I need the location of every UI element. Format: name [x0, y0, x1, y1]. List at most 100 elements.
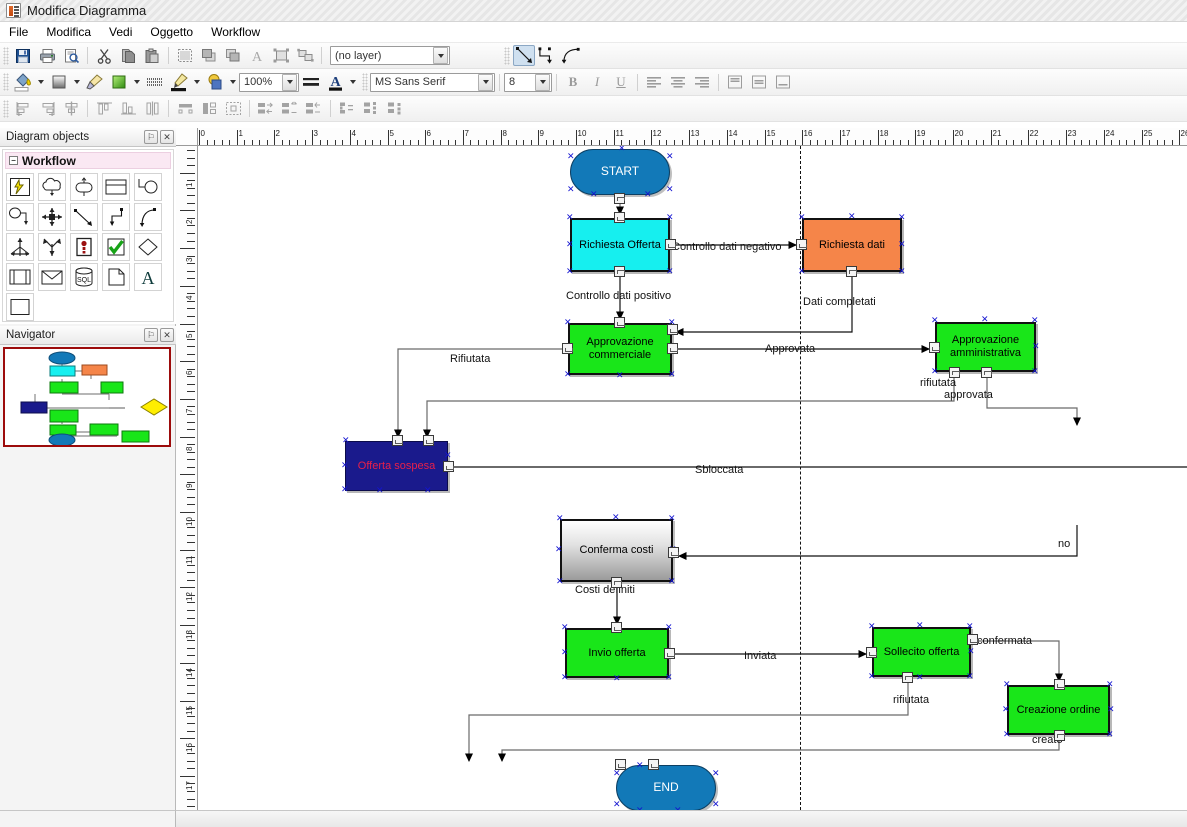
space-evenly-icon[interactable] — [222, 98, 244, 119]
shape-curve-connector-icon[interactable] — [134, 203, 162, 231]
line-color-dropdown[interactable] — [191, 72, 203, 93]
connector-handle[interactable] — [846, 266, 857, 277]
align-objects-left-icon[interactable] — [12, 98, 34, 119]
align-objects-center-icon[interactable] — [60, 98, 82, 119]
selection-handle[interactable]: ✕ — [674, 806, 682, 811]
node-end[interactable]: END ✕ ✕ ✕ ✕ ✕ ✕ ✕ — [613, 759, 720, 811]
shape-split-icon[interactable] — [38, 233, 66, 261]
selection-handle[interactable]: ✕ — [567, 185, 575, 194]
same-size-icon[interactable] — [303, 98, 325, 119]
pin-icon[interactable]: ⚐ — [144, 328, 158, 342]
selection-handle[interactable]: ✕ — [1002, 705, 1010, 714]
selection-handle[interactable]: ✕ — [561, 648, 569, 657]
selection-handle[interactable]: ✕ — [590, 190, 598, 199]
distribute-horizontal-icon[interactable] — [174, 98, 196, 119]
connector-handle[interactable] — [615, 759, 626, 770]
auto-layout-icon[interactable] — [336, 98, 358, 119]
node-approvazione-amministrativa[interactable]: Approvazione amministrativa ✕ ✕ ✕ ✕ ✕ ✕ … — [929, 315, 1040, 378]
node-sollecito-offerta[interactable]: Sollecito offerta ✕ ✕ ✕ ✕ ✕ ✕ ✕ ✕ — [866, 621, 978, 683]
node-conferma-costi[interactable]: Conferma costi ✕ ✕ ✕ ✕ ✕ ✕ ✕ ✕ — [555, 513, 679, 588]
selection-handle[interactable]: ✕ — [342, 436, 350, 445]
shape-text-icon[interactable]: A — [134, 263, 162, 291]
node-start[interactable]: START ✕ ✕ ✕ ✕ ✕ ✕ ✕ — [567, 146, 674, 204]
pin-icon[interactable]: ⚐ — [144, 130, 158, 144]
selection-handle[interactable]: ✕ — [613, 800, 621, 809]
shape-diamond-icon[interactable] — [134, 233, 162, 261]
connector-handle[interactable] — [967, 634, 978, 645]
node-richiesta-offerta[interactable]: Richiesta Offerta ✕ ✕ ✕ ✕ ✕ ✕ ✕ ✕ — [566, 212, 676, 277]
connector-handle[interactable] — [1054, 730, 1065, 741]
selection-handle[interactable]: ✕ — [564, 318, 572, 327]
chevron-down-icon[interactable] — [478, 73, 493, 91]
shape-start-terminator-icon[interactable] — [70, 173, 98, 201]
selection-handle[interactable]: ✕ — [1106, 680, 1114, 689]
line-color-icon[interactable] — [168, 72, 190, 93]
toolbar-grip[interactable] — [3, 46, 9, 65]
selection-handle[interactable]: ✕ — [376, 486, 384, 495]
same-width-icon[interactable] — [255, 98, 277, 119]
selection-handle[interactable]: ✕ — [848, 212, 856, 221]
shape-decision-flow-icon[interactable] — [134, 173, 162, 201]
select-all-icon[interactable] — [174, 45, 196, 66]
italic-button[interactable]: I — [586, 72, 608, 93]
selection-handle[interactable]: ✕ — [644, 190, 652, 199]
align-right-icon[interactable] — [691, 72, 713, 93]
selection-handle[interactable]: ✕ — [898, 267, 906, 276]
selection-handle[interactable]: ✕ — [636, 806, 644, 811]
chevron-down-icon[interactable] — [433, 47, 448, 64]
selection-handle[interactable]: ✕ — [666, 185, 674, 194]
align-objects-middle-icon[interactable] — [117, 98, 139, 119]
line-style-icon[interactable] — [144, 72, 166, 93]
shape-fill-icon[interactable] — [108, 72, 130, 93]
valign-top-icon[interactable] — [724, 72, 746, 93]
menu-vedi[interactable]: Vedi — [100, 23, 141, 41]
node-richiesta-dati[interactable]: Richiesta dati ✕ ✕ ✕ ✕ ✕ ✕ ✕ ✕ — [796, 212, 906, 277]
connector-handle[interactable] — [648, 759, 659, 770]
shadow-dropdown[interactable] — [227, 72, 239, 93]
connector-handle[interactable] — [614, 193, 625, 204]
selection-handle[interactable]: ✕ — [1031, 316, 1039, 325]
chevron-down-icon[interactable] — [535, 73, 550, 91]
shape-box-icon[interactable] — [102, 173, 130, 201]
collapse-toggle-icon[interactable]: − — [9, 156, 18, 165]
shape-fill-dropdown[interactable] — [131, 72, 143, 93]
horizontal-ruler[interactable]: 0 1 2 3 4 5 6 7 8 9 10 11 12 13 14 15 16 17 18 19 20 21 22 23 24… — [198, 128, 1187, 146]
chevron-down-icon[interactable] — [282, 73, 297, 91]
node-creazione-ordine[interactable]: Creazione ordine ✕ ✕ ✕ ✕ ✕ ✕ ✕ ✕ — [1002, 679, 1115, 741]
connector-handle[interactable] — [667, 324, 678, 335]
selection-handle[interactable]: ✕ — [665, 623, 673, 632]
selection-handle[interactable]: ✕ — [967, 647, 975, 656]
connector-handle[interactable] — [443, 461, 454, 472]
connector-handle[interactable] — [664, 648, 675, 659]
navigator-thumbnail[interactable] — [3, 347, 171, 447]
shape-multi-arrow-icon[interactable] — [38, 203, 66, 231]
font-color-dropdown[interactable] — [347, 72, 359, 93]
connector-handle[interactable] — [1054, 679, 1065, 690]
selection-handle[interactable]: ✕ — [567, 152, 575, 161]
radial-layout-icon[interactable] — [384, 98, 406, 119]
align-toolbar-grip[interactable] — [3, 99, 9, 118]
selection-handle[interactable]: ✕ — [868, 622, 876, 631]
straight-connector-icon[interactable] — [513, 45, 535, 66]
save-icon[interactable] — [12, 45, 34, 66]
font-toolbar-grip[interactable] — [362, 73, 368, 91]
selection-handle[interactable]: ✕ — [668, 370, 676, 379]
selection-handle[interactable]: ✕ — [566, 267, 574, 276]
fill-color-dropdown[interactable] — [35, 72, 47, 93]
gradient-dropdown[interactable] — [71, 72, 83, 93]
diagram-canvas[interactable]: START ✕ ✕ ✕ ✕ ✕ ✕ ✕ Richiesta Offerta ✕ … — [198, 146, 1187, 810]
selection-handle[interactable]: ✕ — [566, 240, 574, 249]
selection-handle[interactable]: ✕ — [898, 240, 906, 249]
vertical-ruler[interactable]: 123456789101112131415161718 — [176, 146, 198, 810]
align-left-icon[interactable] — [643, 72, 665, 93]
valign-middle-icon[interactable] — [748, 72, 770, 93]
connector-handle[interactable] — [614, 317, 625, 328]
connector-handle[interactable] — [668, 547, 679, 558]
close-icon[interactable]: ✕ — [160, 328, 174, 342]
align-center-icon[interactable] — [667, 72, 689, 93]
node-approvazione-commerciale[interactable]: Approvazione commerciale ✕ ✕ ✕ ✕ ✕ ✕ ✕ ✕ — [562, 317, 678, 380]
connector-handle[interactable] — [866, 647, 877, 658]
align-objects-top-icon[interactable] — [93, 98, 115, 119]
layer-select[interactable]: (no layer) — [330, 46, 450, 65]
selection-handle[interactable]: ✕ — [712, 769, 720, 778]
